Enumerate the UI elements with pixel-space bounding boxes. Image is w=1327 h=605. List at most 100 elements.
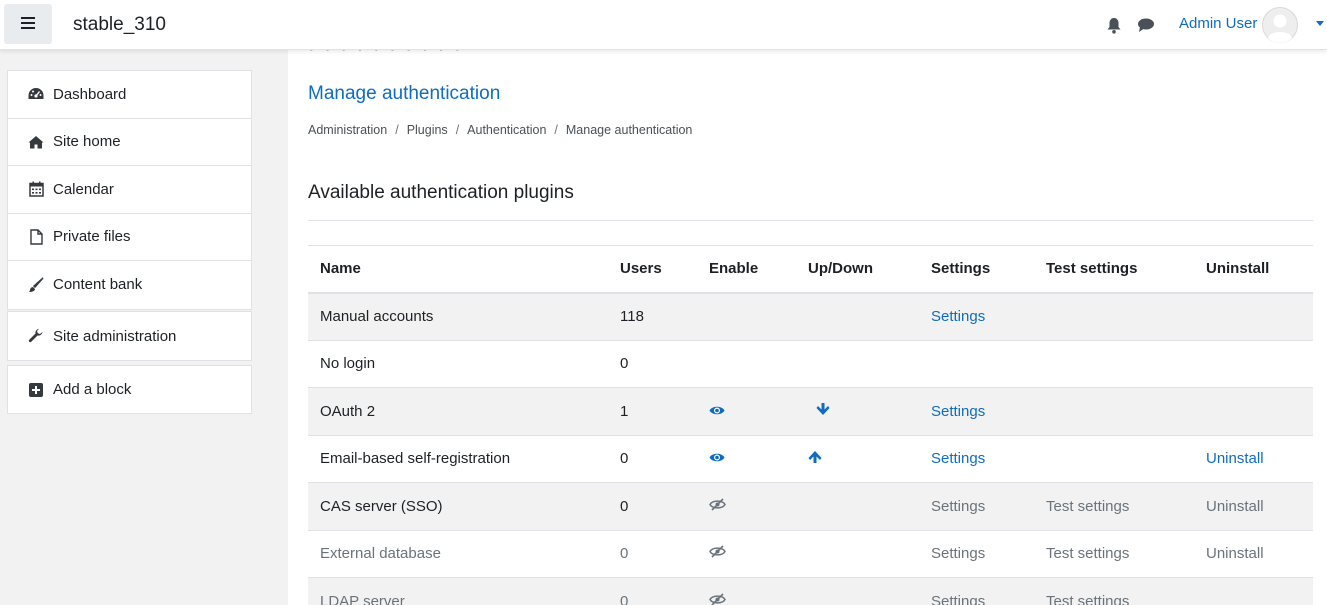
column-header: Uninstall — [1194, 245, 1313, 294]
column-header: Users — [608, 245, 697, 294]
plugin-name: OAuth 2 — [308, 387, 608, 436]
settings-link[interactable]: Settings — [931, 593, 985, 605]
uninstall-cell — [1194, 577, 1313, 605]
sidebar-item-label: Dashboard — [53, 85, 127, 103]
uninstall-cell — [1194, 292, 1313, 341]
sidebar-item-dashboard[interactable]: Dashboard — [8, 71, 251, 119]
settings-link[interactable]: Settings — [931, 545, 985, 562]
section-title: Available authentication plugins — [308, 182, 574, 203]
sidebar-item-site-administration[interactable]: Site administration — [8, 312, 251, 360]
updown-cell — [796, 577, 919, 605]
eye-slash-icon[interactable] — [709, 545, 726, 558]
column-header: Name — [308, 245, 608, 294]
test-settings-cell — [1034, 340, 1194, 388]
test-settings-link[interactable]: Test settings — [1046, 498, 1129, 515]
settings-link[interactable]: Settings — [931, 403, 985, 420]
sidebar-item-label: Content bank — [53, 276, 143, 294]
table-row: External database 0 Settings Test settin… — [308, 530, 1313, 578]
uninstall-cell — [1194, 340, 1313, 388]
sidebar-item-add-block[interactable]: Add a block — [8, 366, 251, 413]
uninstall-cell — [1194, 387, 1313, 436]
sidebar-item-calendar[interactable]: Calendar — [8, 166, 251, 214]
sidebar-item-content-bank[interactable]: Content bank — [8, 261, 251, 309]
table-row: Email-based self-registration 0 Settings… — [308, 435, 1313, 483]
updown-cell — [796, 292, 919, 341]
uninstall-link[interactable]: Uninstall — [1206, 545, 1264, 562]
breadcrumb-separator: / — [455, 123, 460, 137]
eye-slash-icon[interactable] — [709, 593, 726, 605]
page-title-link[interactable]: Manage authentication — [308, 83, 500, 105]
dashboard-icon — [28, 86, 44, 102]
table-row: LDAP server 0 Settings Test settings — [308, 577, 1313, 605]
menu-toggle-button[interactable] — [4, 4, 52, 44]
home-icon — [28, 134, 44, 150]
plugin-name: Email-based self-registration — [308, 435, 608, 483]
caret-down-icon[interactable] — [1316, 21, 1324, 26]
plugin-users: 0 — [608, 435, 697, 483]
table-row: Manual accounts 118 Settings — [308, 292, 1313, 341]
breadcrumb-item[interactable]: Plugins — [407, 123, 448, 137]
breadcrumb-item[interactable]: Manage authentication — [566, 123, 692, 137]
eye-icon[interactable] — [709, 405, 725, 416]
settings-link[interactable]: Settings — [931, 308, 985, 325]
sidebar-item-label: Site administration — [53, 327, 177, 345]
enable-cell — [697, 292, 796, 341]
breadcrumb: Administration / Plugins / Authenticatio… — [308, 123, 692, 137]
top-navbar: stable_310 Admin User — [0, 0, 1327, 50]
sidebar-item-label: Private files — [53, 228, 131, 246]
uninstall-link[interactable]: Uninstall — [1206, 450, 1264, 467]
breadcrumb-separator: / — [395, 123, 399, 137]
plus-square-icon — [28, 382, 44, 398]
nav-drawer: Dashboard Site home Calendar Private fil… — [0, 50, 272, 605]
updown-cell — [796, 340, 919, 388]
nav-group-admin: Site administration — [7, 311, 252, 361]
cut-off-heading-decoration: · · · · · · · · · · — [308, 50, 463, 61]
sidebar-item-site-home[interactable]: Site home — [8, 119, 251, 166]
bell-icon[interactable] — [1105, 16, 1123, 34]
breadcrumb-separator: / — [554, 123, 558, 137]
test-settings-cell — [1034, 292, 1194, 341]
chat-icon[interactable] — [1137, 16, 1155, 34]
column-header: Test settings — [1034, 245, 1194, 294]
wrench-icon — [28, 328, 44, 344]
column-header: Settings — [919, 245, 1034, 294]
sidebar-item-private-files[interactable]: Private files — [8, 214, 251, 261]
settings-link[interactable]: Settings — [931, 498, 985, 515]
breadcrumb-item[interactable]: Administration — [308, 123, 387, 137]
eye-slash-icon[interactable] — [709, 498, 726, 511]
plugin-users: 118 — [608, 292, 697, 341]
calendar-icon — [28, 181, 44, 197]
column-header: Up/Down — [796, 245, 919, 294]
plugin-users: 0 — [608, 577, 697, 605]
test-settings-cell — [1034, 387, 1194, 436]
divider — [308, 220, 1313, 221]
uninstall-link[interactable]: Uninstall — [1206, 498, 1264, 515]
table-row: No login 0 — [308, 340, 1313, 388]
arrow-up-icon[interactable] — [808, 450, 822, 464]
test-settings-link[interactable]: Test settings — [1046, 593, 1129, 605]
nav-group-blocks: Add a block — [7, 365, 252, 414]
table-row: CAS server (SSO) 0 Settings Test setting… — [308, 482, 1313, 531]
test-settings-cell — [1034, 435, 1194, 483]
plugin-name: No login — [308, 340, 608, 388]
brush-icon — [28, 277, 44, 293]
table-header-row: Name Users Enable Up/Down Settings Test … — [308, 245, 1313, 294]
plugin-name: External database — [308, 530, 608, 578]
arrow-down-icon[interactable] — [816, 402, 830, 416]
site-name[interactable]: stable_310 — [73, 14, 166, 36]
updown-cell — [796, 482, 919, 531]
test-settings-link[interactable]: Test settings — [1046, 545, 1129, 562]
avatar[interactable] — [1262, 7, 1298, 43]
table-row: OAuth 2 1 Settings — [308, 387, 1313, 436]
sidebar-item-label: Site home — [53, 133, 121, 151]
settings-link[interactable]: Settings — [931, 450, 985, 467]
breadcrumb-item[interactable]: Authentication — [467, 123, 546, 137]
sidebar-item-label: Calendar — [53, 180, 114, 198]
plugin-users: 0 — [608, 482, 697, 531]
plugin-users: 0 — [608, 530, 697, 578]
eye-icon[interactable] — [709, 452, 725, 463]
menu-icon — [21, 16, 35, 33]
user-menu-name[interactable]: Admin User — [1179, 15, 1257, 32]
plugin-name: CAS server (SSO) — [308, 482, 608, 531]
updown-cell — [796, 530, 919, 578]
